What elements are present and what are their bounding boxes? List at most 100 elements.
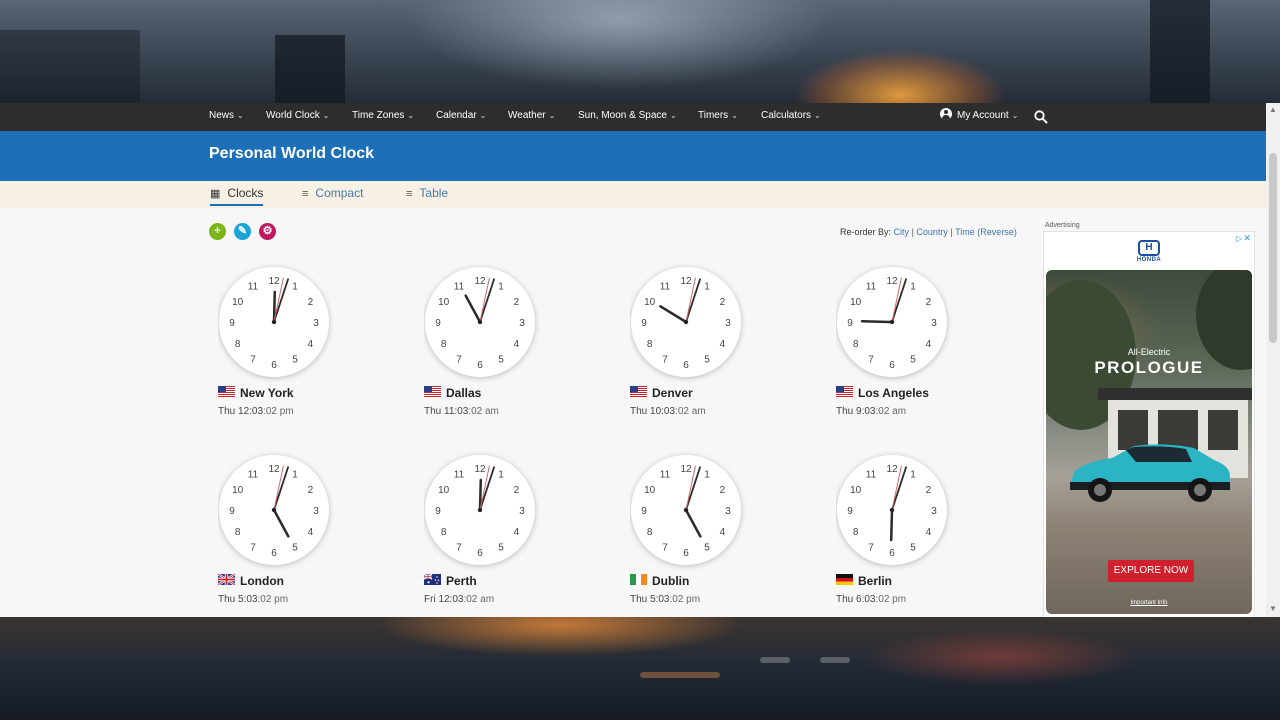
clock-numeral: 2 — [926, 485, 932, 496]
background-light — [760, 657, 790, 663]
search-button[interactable] — [1034, 109, 1048, 125]
clock-numeral: 5 — [704, 542, 710, 553]
nav-item-news[interactable]: News ⌄ — [209, 103, 244, 131]
tab-clocks[interactable]: ▦ Clocks — [210, 186, 264, 206]
add-clock-button[interactable]: + — [209, 223, 226, 240]
clock-center-pin — [477, 319, 483, 325]
clock-numeral: 5 — [292, 542, 298, 553]
scrollbar[interactable]: ▲ ▼ — [1266, 103, 1280, 617]
nav-item-weather[interactable]: Weather ⌄ — [508, 103, 555, 131]
separator: | — [950, 227, 953, 237]
clock-numeral: 4 — [926, 527, 932, 538]
clock-numeral: 9 — [229, 506, 235, 517]
clock-center-pin — [683, 507, 689, 513]
advertisement[interactable]: ▷ ✕ H HONDA All-Electric PROLOGUE EXPLOR… — [1043, 231, 1255, 617]
flag-au-icon — [424, 574, 441, 586]
clock-numeral: 12 — [268, 276, 280, 287]
analog-clock-face: 123456789101112 — [219, 267, 329, 377]
important-info-link[interactable]: Important Info — [1046, 600, 1252, 606]
clock-numeral: 1 — [292, 470, 298, 481]
ad-brand: HONDA — [1136, 257, 1162, 263]
time-main: Thu 9:03 — [836, 406, 876, 417]
clock-city-label: New York — [218, 386, 294, 400]
nav-item-calendar[interactable]: Calendar ⌄ — [436, 103, 486, 131]
adchoices-icon[interactable]: ▷ — [1236, 234, 1242, 243]
clock-numeral: 11 — [660, 470, 671, 481]
clock-numeral: 9 — [435, 506, 441, 517]
clock-numeral: 8 — [235, 527, 241, 538]
clock-numeral: 10 — [850, 485, 862, 496]
clock-numeral: 1 — [910, 282, 916, 293]
scroll-down-icon[interactable]: ▼ — [1269, 605, 1277, 613]
clock-city-label: Perth — [424, 574, 477, 588]
chevron-down-icon: ⌄ — [669, 111, 677, 120]
search-icon — [1034, 110, 1048, 124]
clock-center-pin — [271, 507, 277, 513]
explore-now-button[interactable]: EXPLORE NOW — [1108, 560, 1194, 582]
city-name: Dallas — [446, 386, 482, 400]
clock-card: 1 2 3 4 5 6 7 8 9 10 11 12 Los Angeles Thu 9:03:02 am — [836, 263, 1016, 433]
nav-item-timers[interactable]: Timers ⌄ — [698, 103, 738, 131]
scroll-up-icon[interactable]: ▲ — [1269, 106, 1277, 114]
clock-numeral: 12 — [474, 464, 486, 475]
clock-center-pin — [477, 507, 483, 513]
scrollbar-thumb[interactable] — [1269, 153, 1277, 343]
clock-numeral: 3 — [931, 318, 937, 329]
clock-numeral: 1 — [704, 470, 710, 481]
nav-item-sun-moon-space[interactable]: Sun, Moon & Space ⌄ — [578, 103, 677, 131]
clock-numeral: 4 — [514, 527, 520, 538]
clock-numeral: 6 — [477, 360, 483, 371]
chevron-down-icon: ⌄ — [407, 111, 415, 120]
reorder-time-reverse-link[interactable]: Time (Reverse) — [955, 227, 1017, 237]
clock-numeral: 12 — [474, 276, 486, 287]
clock-numeral: 5 — [910, 542, 916, 553]
city-name: Denver — [652, 386, 693, 400]
edit-clocks-button[interactable]: ✎ — [234, 223, 251, 240]
clock-center-pin — [271, 319, 277, 325]
nav-item-time-zones[interactable]: Time Zones ⌄ — [352, 103, 414, 131]
nav-item-calculators[interactable]: Calculators ⌄ — [761, 103, 821, 131]
clock-numeral: 1 — [704, 282, 710, 293]
plus-icon: + — [214, 225, 221, 237]
background-light — [820, 657, 850, 663]
clock-numeral: 10 — [232, 297, 244, 308]
my-account-menu[interactable]: My Account ⌄ — [940, 103, 1018, 131]
clock-numeral: 8 — [441, 527, 447, 538]
settings-button[interactable]: ⚙ — [259, 223, 276, 240]
time-main: Fri 12:03 — [424, 594, 464, 605]
analog-clock-face: 123456789101112 — [631, 455, 741, 565]
tab-compact[interactable]: ≡ Compact — [302, 186, 363, 200]
analog-clock-face: 123456789101112 — [837, 455, 947, 565]
background-light — [640, 672, 720, 678]
reorder-country-link[interactable]: Country — [916, 227, 948, 237]
clock-numeral: 2 — [308, 485, 314, 496]
clock-card: 1 2 3 4 5 6 7 8 9 10 11 12 Dallas Thu 11:03:02 am — [424, 263, 604, 433]
time-seconds: :02 am — [875, 406, 907, 417]
clock-city-label: Dublin — [630, 574, 689, 588]
clock-numeral: 7 — [868, 354, 874, 365]
close-icon[interactable]: ✕ — [1243, 233, 1251, 244]
flag-us-icon — [836, 386, 853, 398]
clock-numeral: 2 — [308, 297, 314, 308]
clock-numeral: 11 — [248, 282, 259, 293]
clock-center-pin — [683, 319, 689, 325]
time-main: Thu 5:03 — [630, 594, 670, 605]
clock-numeral: 4 — [308, 527, 314, 538]
analog-clock-face: 123456789101112 — [425, 267, 535, 377]
clock-center-pin — [889, 319, 895, 325]
clock-numeral: 12 — [268, 464, 280, 475]
clock-numeral: 6 — [683, 548, 689, 559]
clock-numeral: 6 — [683, 360, 689, 371]
clock-time-text: Fri 12:03:02 am — [424, 594, 494, 605]
clock-numeral: 11 — [866, 282, 877, 293]
clock-numeral: 3 — [313, 318, 319, 329]
clock-city-label: Berlin — [836, 574, 892, 588]
nav-item-world-clock[interactable]: World Clock ⌄ — [266, 103, 329, 131]
clock-numeral: 6 — [889, 360, 895, 371]
reorder-city-link[interactable]: City — [894, 227, 910, 237]
time-seconds: :02 pm — [263, 406, 294, 417]
clock-time-text: Thu 5:03:02 pm — [630, 594, 700, 605]
time-main: Thu 6:03 — [836, 594, 876, 605]
clock-numeral: 9 — [435, 318, 441, 329]
tab-table[interactable]: ≡ Table — [406, 186, 448, 200]
